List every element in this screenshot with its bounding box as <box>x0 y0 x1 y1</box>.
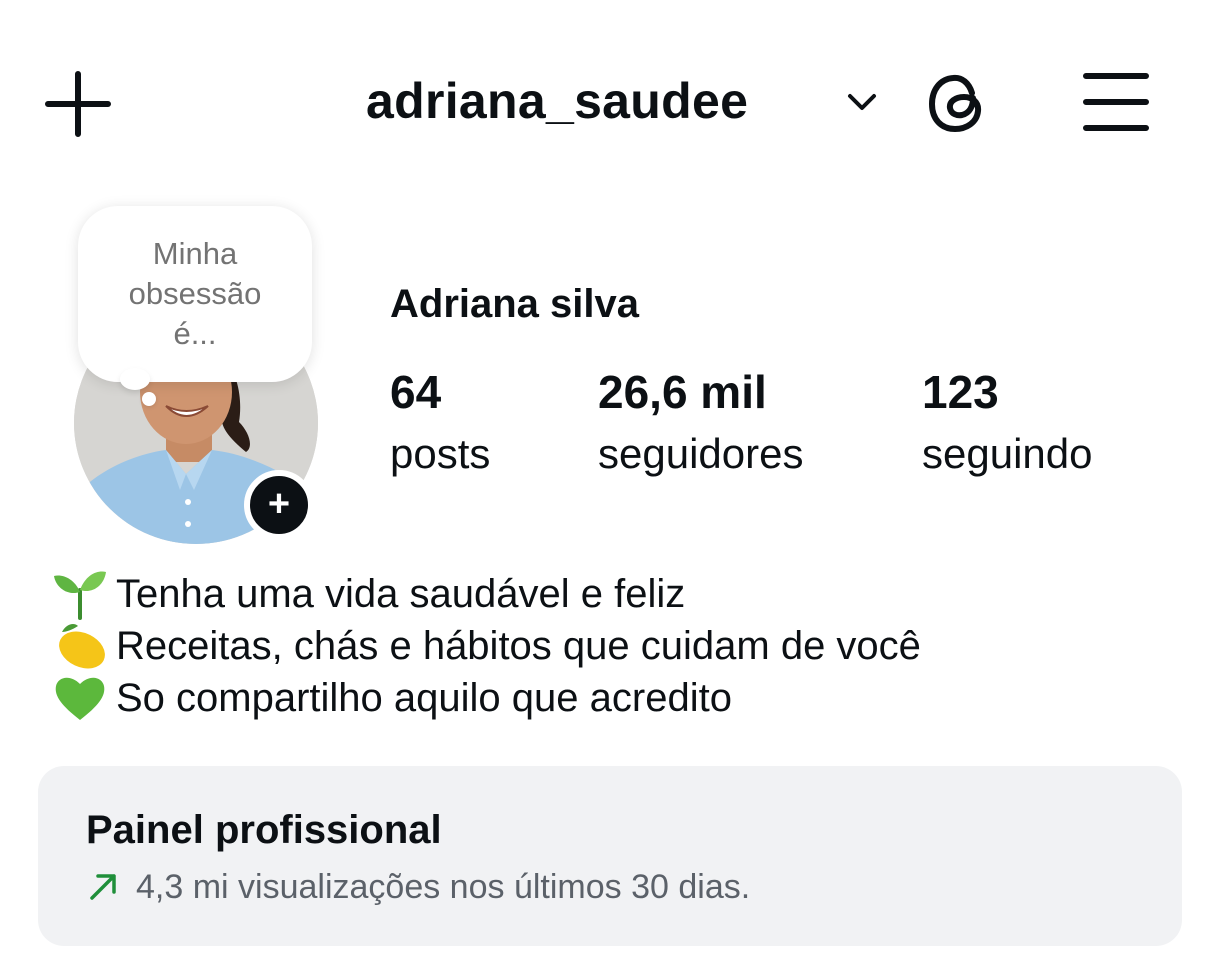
profile-full-name: Adriana silva <box>390 282 640 326</box>
profile-bio: Tenha uma vida saudável e feliz Receitas… <box>52 568 921 724</box>
green-heart-emoji-icon <box>52 672 108 724</box>
profile-username[interactable]: adriana_saudee <box>366 72 748 130</box>
dashboard-views-summary: 4,3 mi visualizações nos últimos 30 dias… <box>136 868 751 906</box>
posts-stat[interactable]: 64 posts <box>390 364 490 482</box>
note-bubble[interactable]: Minha obsessão é... <box>78 206 312 382</box>
followers-count: 26,6 mil <box>598 366 767 418</box>
dashboard-title: Painel profissional <box>86 808 442 852</box>
following-label: seguindo <box>922 430 1093 477</box>
followers-label: seguidores <box>598 430 804 477</box>
create-plus-icon[interactable] <box>40 66 116 142</box>
following-stat[interactable]: 123 seguindo <box>922 364 1092 482</box>
seedling-emoji-icon <box>52 568 108 620</box>
professional-dashboard-card[interactable]: Painel profissional 4,3 mi visualizações… <box>38 766 1182 946</box>
plus-icon: + <box>267 483 291 525</box>
posts-count: 64 <box>390 366 442 418</box>
chevron-down-icon[interactable] <box>842 86 882 118</box>
hamburger-menu-icon[interactable] <box>1080 70 1152 134</box>
bio-line: Tenha uma vida saudável e feliz <box>52 568 921 620</box>
bio-text: So compartilho aquilo que acredito <box>116 675 732 720</box>
followers-stat[interactable]: 26,6 mil seguidores <box>598 364 803 482</box>
following-count: 123 <box>922 366 999 418</box>
bio-text: Tenha uma vida saudável e feliz <box>116 571 686 616</box>
lemon-emoji-icon <box>52 620 108 672</box>
bio-line: Receitas, chás e hábitos que cuidam de v… <box>52 620 921 672</box>
add-story-button[interactable]: + <box>244 470 314 540</box>
bio-line: So compartilho aquilo que acredito <box>52 672 921 724</box>
note-text: Minha obsessão é... <box>128 236 262 351</box>
note-bubble-tail-small <box>142 392 156 406</box>
posts-label: posts <box>390 430 491 477</box>
bio-text: Receitas, chás e hábitos que cuidam de v… <box>116 623 921 668</box>
trend-up-arrow-icon <box>86 870 120 904</box>
note-bubble-tail <box>120 368 150 390</box>
threads-icon[interactable] <box>922 66 996 140</box>
